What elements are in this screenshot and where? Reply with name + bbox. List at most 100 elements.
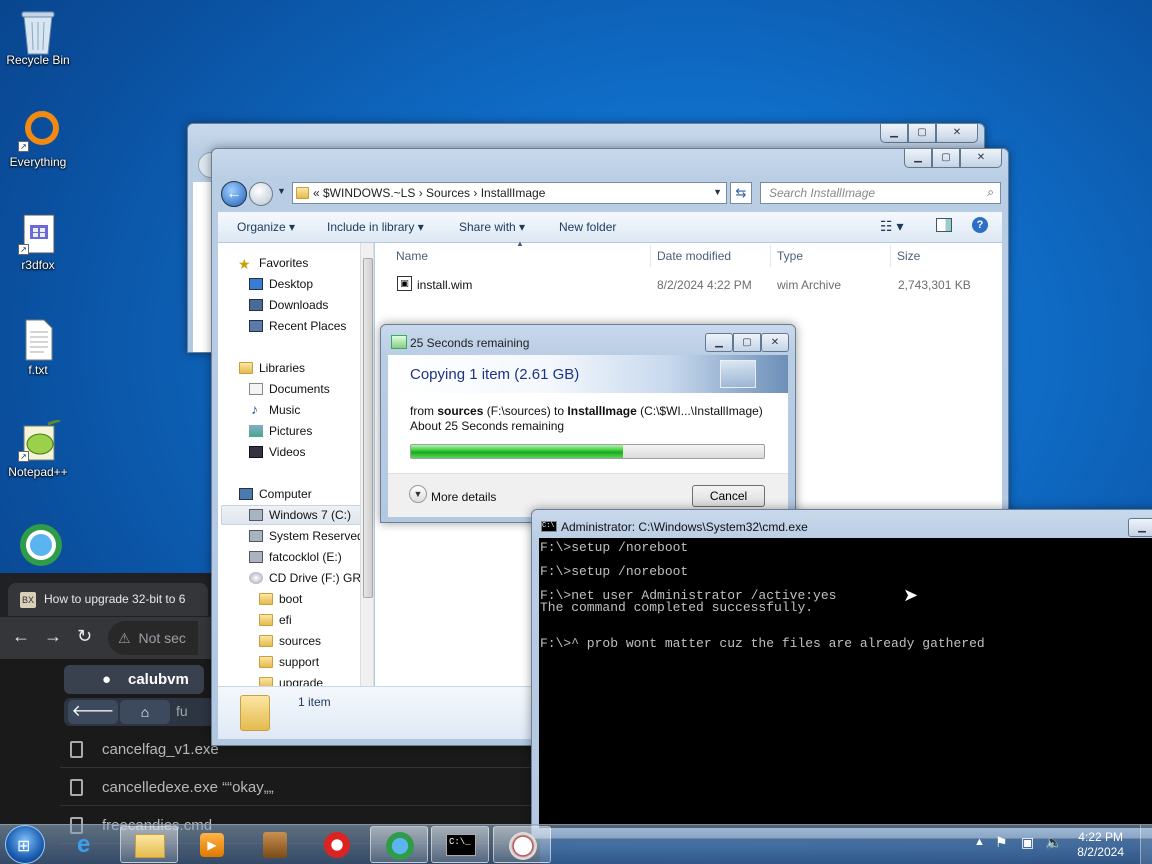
start-button[interactable]: ⊞ <box>5 825 45 864</box>
desktop-icon-chrome-partial[interactable] <box>2 522 74 567</box>
expand-chevron-icon[interactable]: ▼ <box>409 485 427 503</box>
taskbar-copy-dialog[interactable] <box>493 826 551 863</box>
maximize-button[interactable]: ▢ <box>733 333 761 352</box>
taskbar-app-red[interactable] <box>308 826 366 863</box>
copy-app-icon <box>509 832 537 860</box>
back-button[interactable]: ← <box>221 181 247 207</box>
preview-pane-icon[interactable] <box>936 218 952 232</box>
column-header-size[interactable]: Size <box>897 249 920 263</box>
network-icon[interactable]: ▣ <box>1021 834 1034 851</box>
nav-libraries[interactable]: Libraries <box>259 361 305 375</box>
minimize-button[interactable]: ▁ <box>1128 518 1152 537</box>
nav-cd-drive[interactable]: CD Drive (F:) GRM <box>269 571 371 585</box>
command-bar: Organize ▾ Include in library ▾ Share wi… <box>218 212 1002 243</box>
folder-icon <box>296 187 309 199</box>
security-status: Not sec <box>138 630 186 646</box>
view-options-icon[interactable]: ☷ ▾ <box>880 218 903 235</box>
nav-folder-boot[interactable]: boot <box>279 592 302 606</box>
browser-tab[interactable]: BX How to upgrade 32-bit to 6 <box>8 583 208 616</box>
file-icon <box>70 741 83 758</box>
nav-folder-efi[interactable]: efi <box>279 613 292 627</box>
scrollbar-thumb[interactable] <box>363 258 373 598</box>
nav-recent-places[interactable]: Recent Places <box>269 319 346 333</box>
forward-button[interactable] <box>249 182 273 206</box>
nav-documents[interactable]: Documents <box>269 382 330 396</box>
more-details-link[interactable]: More details <box>431 490 496 504</box>
folder-icon <box>259 677 273 686</box>
show-desktop-button[interactable] <box>1140 825 1152 864</box>
minimize-button[interactable]: ▁ <box>705 333 733 352</box>
taskbar-media-player[interactable]: ▶ <box>183 826 241 863</box>
nav-pictures[interactable]: Pictures <box>269 424 312 438</box>
search-input[interactable]: Search InstallImage ⌕ <box>760 182 1001 204</box>
share-with-button[interactable]: Share with ▾ <box>459 220 525 234</box>
console-line: F:\>^ prob wont matter cuz the files are… <box>540 636 985 651</box>
nav-music[interactable]: Music <box>269 403 300 417</box>
cancel-button[interactable]: Cancel <box>692 485 765 507</box>
new-folder-button[interactable]: New folder <box>559 220 616 234</box>
destination-link[interactable]: InstallImage <box>567 404 636 418</box>
progress-fill <box>411 445 623 458</box>
show-hidden-icons-chevron[interactable]: ▲ <box>974 836 985 848</box>
reload-icon[interactable]: ↻ <box>77 626 92 647</box>
nav-folder-support[interactable]: support <box>279 655 319 669</box>
address-bar[interactable]: « $WINDOWS.~LS › Sources › InstallImage … <box>292 182 727 204</box>
internet-explorer-icon: e <box>77 831 91 858</box>
nav-drive-c[interactable]: Windows 7 (C:) <box>269 508 351 522</box>
organize-button[interactable]: Organize ▾ <box>237 220 295 234</box>
nav-drive-e[interactable]: fatcocklol (E:) <box>269 550 342 564</box>
copy-path-text: from sources (F:\sources) to InstallImag… <box>410 404 763 418</box>
address-bar[interactable]: ⚠ Not sec <box>108 621 198 655</box>
minimize-button[interactable]: ▁ <box>904 149 932 168</box>
maximize-button[interactable]: ▢ <box>908 124 936 143</box>
nav-system-reserved[interactable]: System Reserved <box>269 529 364 543</box>
nav-scrollbar[interactable] <box>360 243 373 686</box>
refresh-button[interactable]: ⇆ <box>730 182 752 204</box>
nav-videos[interactable]: Videos <box>269 445 305 459</box>
dropdown-chevron-icon[interactable]: ▼ <box>713 187 722 197</box>
taskbar-archiver[interactable] <box>246 826 304 863</box>
desktop-icon-notepad-plus-plus[interactable]: ↗ Notepad++ <box>2 418 74 479</box>
desktop-icon-everything[interactable]: ↗ Everything <box>2 110 74 169</box>
column-header-type[interactable]: Type <box>777 249 803 263</box>
desktop-icon-recycle-bin[interactable]: Recycle Bin <box>2 8 74 67</box>
source-link[interactable]: sources <box>437 404 483 418</box>
desktop-icon-r3dfox[interactable]: ↗ r3dfox <box>2 213 74 272</box>
recent-pages-chevron-icon[interactable]: ▼ <box>277 186 286 196</box>
close-button[interactable]: ✕ <box>960 149 1002 168</box>
nav-folder-upgrade[interactable]: upgrade <box>279 676 323 686</box>
time-remaining: About 25 Seconds remaining <box>410 419 565 433</box>
table-row[interactable]: ▣ install.wim 8/2/2024 4:22 PM wim Archi… <box>391 273 991 297</box>
desktop-icon-f-txt[interactable]: f.txt <box>2 318 74 377</box>
back-arrow-icon[interactable]: ← <box>12 626 30 647</box>
ftp-user-badge[interactable]: ● calubvm <box>64 665 204 694</box>
include-in-library-button[interactable]: Include in library ▾ <box>327 220 424 234</box>
taskbar-ie[interactable]: e <box>62 826 120 863</box>
column-separator <box>770 245 771 267</box>
column-header-date[interactable]: Date modified <box>657 249 731 263</box>
clock[interactable]: 4:22 PM 8/2/2024 <box>1077 830 1124 860</box>
nav-favorites[interactable]: Favorites <box>259 256 308 270</box>
close-button[interactable]: ✕ <box>936 124 978 143</box>
maximize-button[interactable]: ▢ <box>932 149 960 168</box>
taskbar-browser[interactable] <box>370 826 428 863</box>
taskbar-explorer[interactable] <box>120 826 178 863</box>
list-item[interactable]: cancelledexe.exe ““okay„„ <box>60 770 540 806</box>
home-button[interactable]: ⌂ <box>120 700 170 724</box>
nav-downloads[interactable]: Downloads <box>269 298 328 312</box>
close-button[interactable]: ✕ <box>761 333 789 352</box>
action-center-flag-icon[interactable]: ⚑ <box>995 834 1008 851</box>
forward-arrow-icon[interactable]: → <box>44 626 62 647</box>
back-button[interactable]: 🡐 <box>68 700 118 724</box>
window-controls: ▁ ▢ ✕ <box>880 124 978 143</box>
column-header-name[interactable]: Name <box>396 249 428 263</box>
nav-computer[interactable]: Computer <box>259 487 312 501</box>
console-output[interactable] <box>539 538 1152 828</box>
minimize-button[interactable]: ▁ <box>880 124 908 143</box>
taskbar-cmd[interactable]: C:\_ <box>431 826 489 863</box>
nav-desktop[interactable]: Desktop <box>269 277 313 291</box>
help-icon[interactable]: ? <box>972 217 988 233</box>
nav-folder-sources[interactable]: sources <box>279 634 321 648</box>
volume-muted-icon[interactable]: 🔈 <box>1045 834 1062 851</box>
videos-icon <box>249 446 263 458</box>
